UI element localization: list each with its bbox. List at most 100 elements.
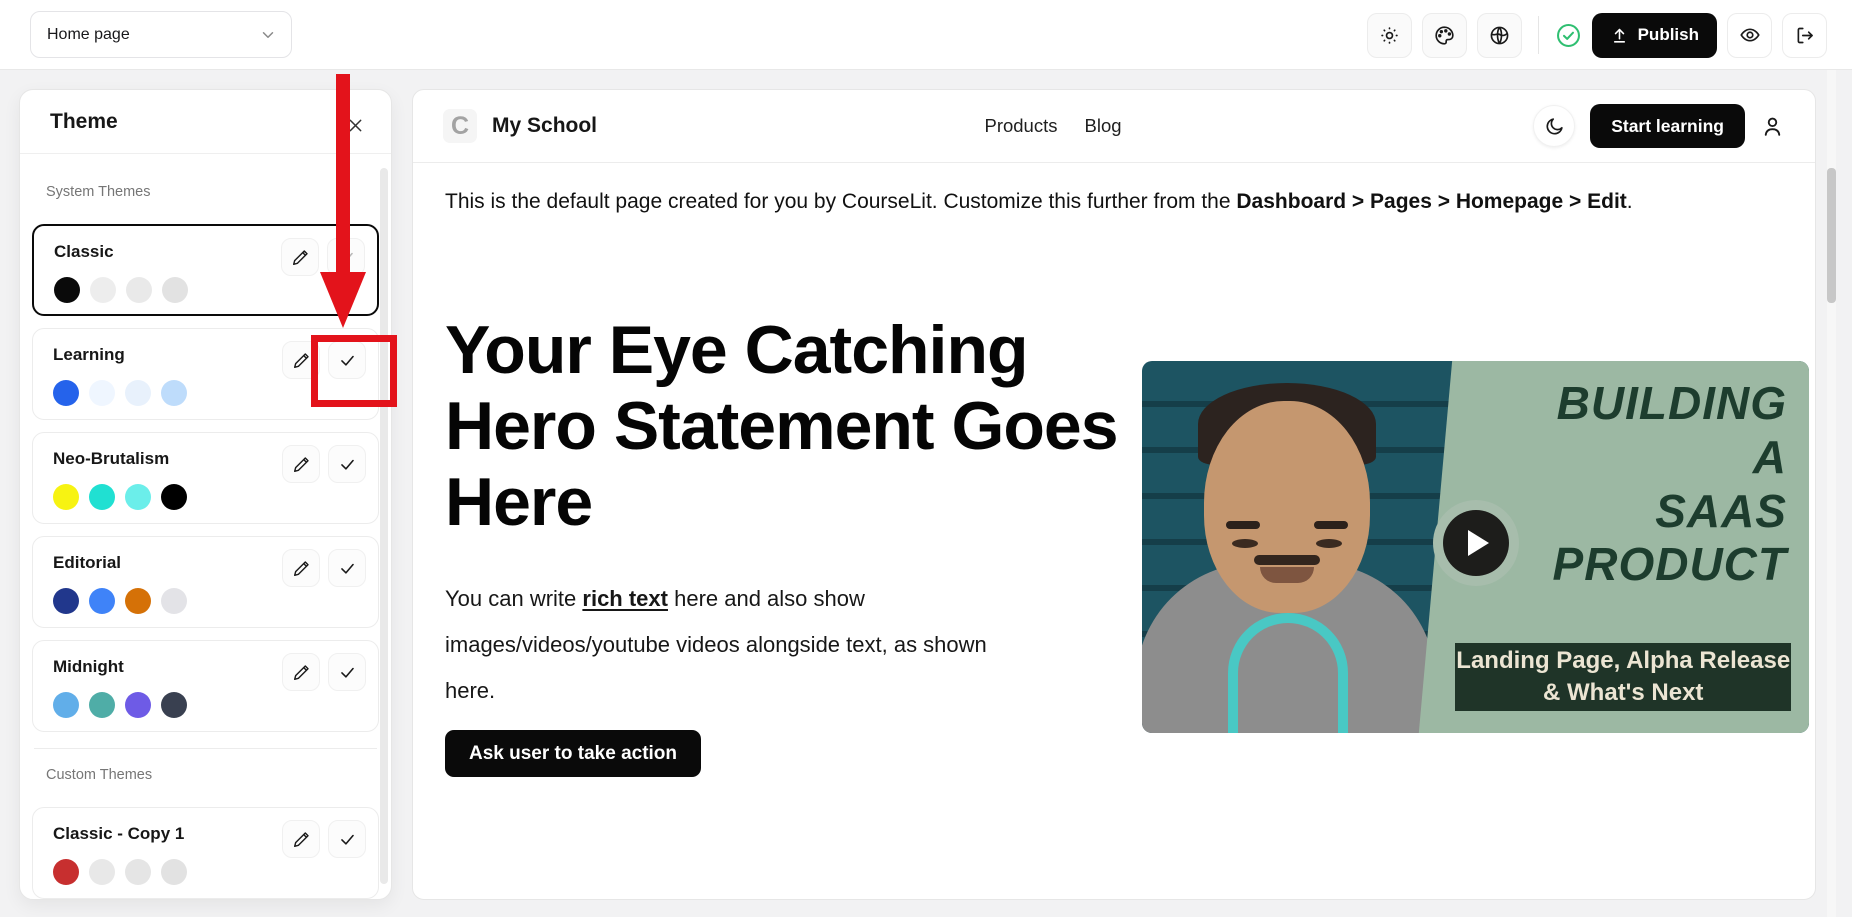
swatch — [161, 859, 187, 885]
start-learning-button[interactable]: Start learning — [1590, 104, 1745, 148]
site-settings-button[interactable] — [1477, 13, 1522, 58]
account-button[interactable] — [1760, 114, 1785, 139]
theme-card-classic-copy-1[interactable]: Classic - Copy 1 — [32, 807, 379, 899]
hero-cta-button[interactable]: Ask user to take action — [445, 730, 701, 777]
light-mode-button[interactable] — [1367, 13, 1412, 58]
play-icon — [1468, 530, 1489, 556]
eye — [1232, 539, 1258, 548]
edit-theme-button[interactable] — [281, 238, 319, 276]
swatch — [161, 484, 187, 510]
check-icon — [338, 830, 357, 849]
editor-topbar: Home page Publish — [0, 0, 1852, 70]
page-select[interactable]: Home page — [30, 11, 292, 58]
edit-theme-button[interactable] — [282, 820, 320, 858]
page-preview: C My School Products Blog Start learning… — [412, 89, 1816, 900]
system-themes-label: System Themes — [46, 184, 379, 200]
edit-theme-button[interactable] — [282, 549, 320, 587]
section-divider — [34, 748, 377, 749]
swatch — [89, 692, 115, 718]
topbar-divider — [1538, 16, 1539, 54]
logout-icon — [1794, 25, 1815, 46]
eye — [1316, 539, 1342, 548]
swatch — [161, 380, 187, 406]
edit-theme-button[interactable] — [282, 445, 320, 483]
pencil-icon — [292, 559, 311, 578]
exit-editor-button[interactable] — [1782, 13, 1827, 58]
courselit-logo: C — [443, 109, 477, 143]
swatch — [125, 588, 151, 614]
swatch — [125, 484, 151, 510]
dark-mode-toggle[interactable] — [1533, 105, 1575, 147]
swatch — [162, 277, 188, 303]
upload-icon — [1610, 26, 1629, 45]
swatch — [161, 692, 187, 718]
pencil-icon — [292, 351, 311, 370]
nav-link-blog[interactable]: Blog — [1084, 115, 1121, 137]
swatch — [53, 484, 79, 510]
play-button[interactable] — [1433, 500, 1519, 586]
chevron-down-icon — [259, 26, 277, 44]
swatch — [89, 859, 115, 885]
annotation-highlight-box — [311, 335, 397, 407]
edit-theme-button[interactable] — [282, 653, 320, 691]
site-brand[interactable]: C My School — [443, 109, 597, 143]
theme-card-midnight[interactable]: Midnight — [32, 640, 379, 732]
swatch — [53, 859, 79, 885]
annotation-arrow-head — [320, 272, 366, 328]
apply-theme-button[interactable] — [328, 445, 366, 483]
presenter-mustache — [1254, 555, 1320, 565]
annotation-arrow-shaft — [336, 74, 350, 274]
pencil-icon — [292, 663, 311, 682]
swatch — [125, 859, 151, 885]
eye-icon — [1739, 24, 1761, 46]
site-header: C My School Products Blog Start learning — [413, 90, 1815, 163]
apply-theme-button[interactable] — [328, 820, 366, 858]
check-icon — [338, 663, 357, 682]
pencil-icon — [292, 830, 311, 849]
video-caption: Landing Page, Alpha Release & What's Nex… — [1455, 643, 1791, 711]
palette-icon — [1434, 25, 1455, 46]
publish-button[interactable]: Publish — [1592, 13, 1717, 58]
swatch — [126, 277, 152, 303]
panel-scrollbar[interactable] — [380, 168, 388, 884]
swatch — [161, 588, 187, 614]
page-select-value: Home page — [47, 26, 130, 44]
globe-icon — [1489, 25, 1510, 46]
page-scrollbar[interactable] — [1827, 168, 1836, 303]
theme-palette-button[interactable] — [1422, 13, 1467, 58]
hero-heading: Your Eye Catching Hero Statement Goes He… — [445, 312, 1155, 540]
pencil-icon — [291, 248, 310, 267]
swatch — [125, 692, 151, 718]
theme-card-neo-brutalism[interactable]: Neo-Brutalism — [32, 432, 379, 524]
hoodie-trim — [1228, 613, 1348, 733]
swatch — [89, 484, 115, 510]
sun-icon — [1379, 25, 1400, 46]
saved-status-icon — [1555, 22, 1582, 49]
swatch — [54, 277, 80, 303]
check-icon — [338, 455, 357, 474]
eyebrow — [1314, 521, 1348, 529]
preview-button[interactable] — [1727, 13, 1772, 58]
check-icon — [338, 559, 357, 578]
theme-card-editorial[interactable]: Editorial — [32, 536, 379, 628]
youtube-video-thumbnail[interactable]: BUILDING A SAAS PRODUCT A Series Landing… — [1142, 361, 1809, 733]
site-nav: Products Blog — [984, 115, 1121, 137]
apply-theme-button[interactable] — [328, 653, 366, 691]
swatch — [89, 380, 115, 406]
pencil-icon — [292, 455, 311, 474]
nav-link-products[interactable]: Products — [984, 115, 1057, 137]
person-icon — [1760, 114, 1785, 139]
apply-theme-button[interactable] — [328, 549, 366, 587]
theme-panel-title: Theme — [50, 110, 361, 134]
breadcrumb: Dashboard > Pages > Homepage > Edit — [1236, 190, 1626, 213]
site-name: My School — [492, 114, 597, 138]
swatch — [53, 380, 79, 406]
swatch — [125, 380, 151, 406]
rich-text-link[interactable]: rich text — [582, 586, 668, 611]
eyebrow — [1226, 521, 1260, 529]
presenter-smile — [1260, 567, 1314, 583]
swatch — [89, 588, 115, 614]
hero-paragraph: You can write rich text here and also sh… — [445, 576, 1010, 715]
swatch — [53, 588, 79, 614]
swatch — [90, 277, 116, 303]
